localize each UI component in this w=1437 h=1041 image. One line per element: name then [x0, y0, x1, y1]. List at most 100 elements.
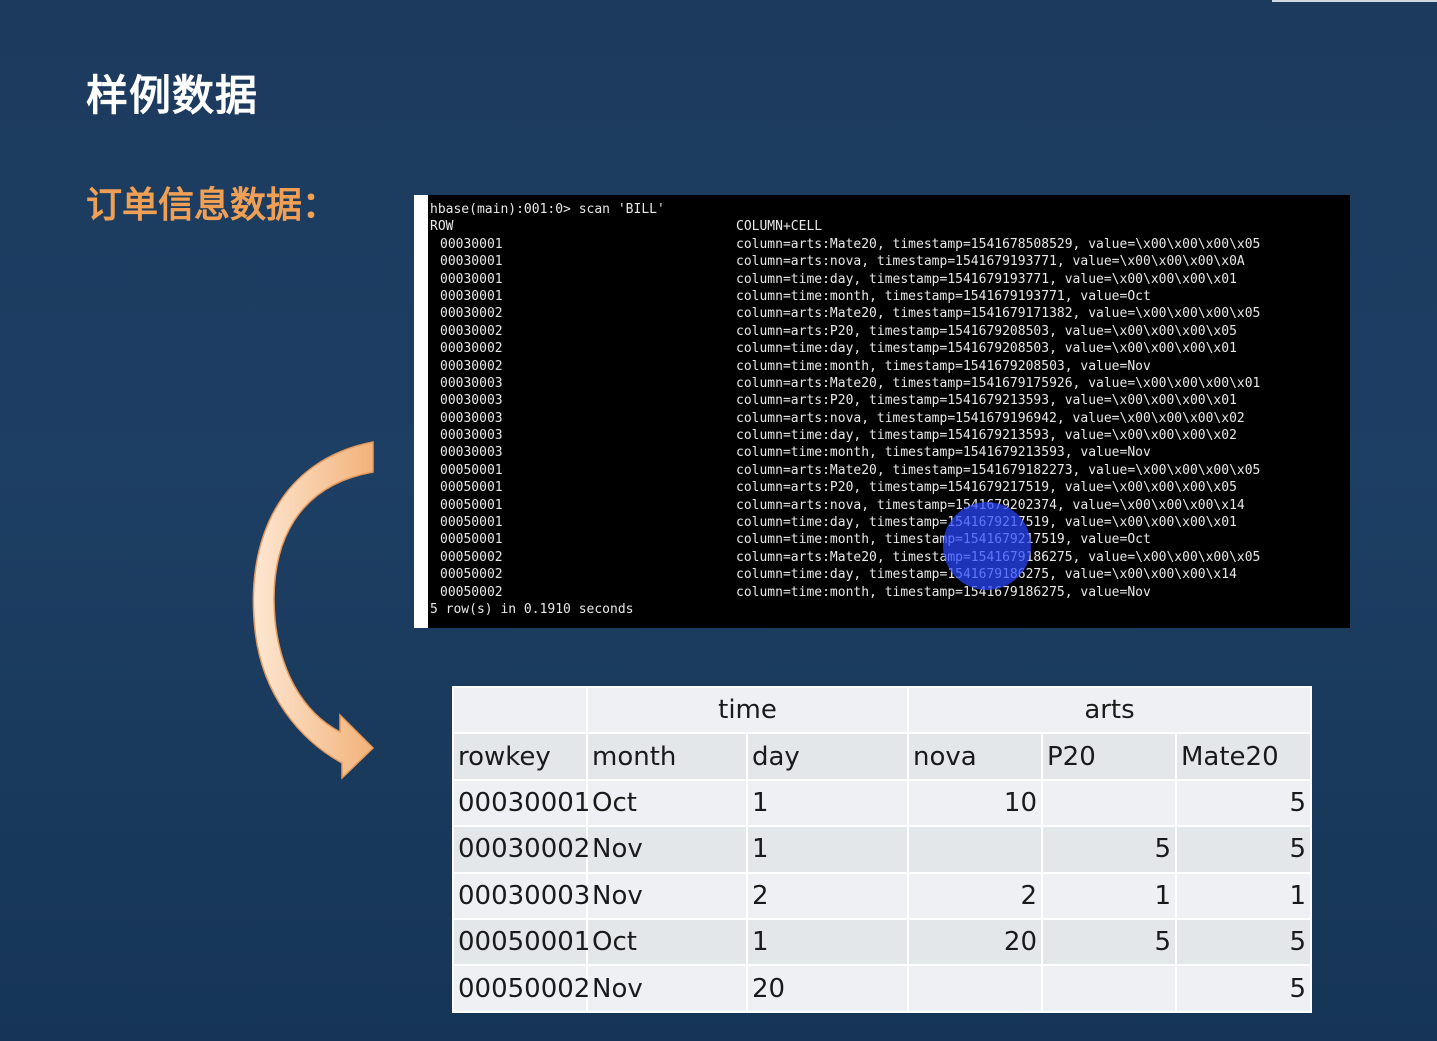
group-header-time: time	[586, 685, 909, 735]
terminal-row-key: 00030002	[440, 323, 503, 339]
terminal-row: 00050001 column=arts:nova, timestamp=1541…	[430, 497, 1350, 514]
column-header-mate20: Mate20	[1175, 732, 1312, 781]
terminal-row-cell: column=arts:Mate20, timestamp=1541679171…	[736, 306, 1261, 322]
terminal-row: 00050001 column=arts:P20, timestamp=15416…	[430, 479, 1350, 496]
terminal-row: 00030001 column=time:month, timestamp=154…	[430, 288, 1350, 305]
terminal-row-cell: column=time:month, timestamp=15416791862…	[736, 584, 1151, 600]
table-cell-mate20: 5	[1175, 964, 1312, 1013]
table-cell-rowkey: 00030001	[452, 778, 590, 828]
table-cell-rowkey: 00030002	[452, 825, 590, 874]
table-cell-month: Oct	[586, 778, 748, 828]
terminal-row-cell: column=arts:P20, timestamp=1541679208503…	[736, 323, 1237, 339]
header-empty-cell	[452, 685, 588, 735]
terminal-row: 00050001 column=time:day, timestamp=15416…	[430, 514, 1350, 531]
table-cell-p20: 5	[1041, 917, 1177, 967]
table-cell-month: Nov	[586, 871, 748, 920]
terminal-row-cell: column=arts:nova, timestamp=154167920237…	[736, 497, 1245, 513]
terminal-header-row: ROW	[430, 219, 454, 235]
table-cell-p20	[1041, 778, 1177, 828]
table-row: 00030001 Oct 1 10 5	[452, 778, 1312, 828]
table-cell-nova: 10	[907, 778, 1043, 828]
table-cell-p20: 1	[1041, 871, 1177, 920]
terminal-row-key: 00030003	[440, 375, 503, 391]
table-cell-nova: 20	[907, 917, 1043, 967]
terminal-row-key: 00050001	[440, 497, 503, 513]
table-cell-mate20: 1	[1175, 871, 1312, 920]
terminal-row-key: 00050001	[440, 480, 503, 496]
terminal-row-cell: column=arts:Mate20, timestamp=1541678508…	[736, 236, 1261, 252]
terminal-row-cell: column=time:day, timestamp=1541679217519…	[736, 515, 1237, 531]
terminal-row: 00050001 column=arts:Mate20, timestamp=15…	[430, 462, 1350, 479]
terminal-row-key: 00050002	[440, 584, 503, 600]
column-header-month: month	[586, 732, 748, 781]
table-cell-day: 1	[746, 778, 909, 828]
table-cell-month: Nov	[586, 964, 748, 1013]
terminal-header-line: ROW COLUMN+CELL	[430, 218, 1350, 235]
terminal-row: 00050001 column=time:month, timestamp=154…	[430, 531, 1350, 548]
terminal-row-key: 00030002	[440, 358, 503, 374]
table-cell-mate20: 5	[1175, 778, 1312, 828]
terminal-header-cell: COLUMN+CELL	[736, 219, 823, 235]
terminal-row-key: 00050002	[440, 549, 503, 565]
table-cell-rowkey: 00030003	[452, 871, 590, 920]
table-row: 00050001 Oct 1 20 5 5	[452, 917, 1312, 967]
terminal-window: hbase(main):001:0> scan 'BILL' ROW COLUMN…	[414, 195, 1350, 628]
column-header-rowkey: rowkey	[452, 732, 588, 781]
terminal-row: 00030003 column=arts:nova, timestamp=1541…	[430, 410, 1350, 427]
terminal-row-cell: column=time:day, timestamp=1541679213593…	[736, 428, 1237, 444]
terminal-row: 00050002 column=arts:Mate20, timestamp=15…	[430, 549, 1350, 566]
table-cell-mate20: 5	[1175, 825, 1312, 874]
terminal-row-cell: column=arts:Mate20, timestamp=1541679175…	[736, 375, 1261, 391]
terminal-row: 00030002 column=arts:P20, timestamp=15416…	[430, 323, 1350, 340]
terminal-row-cell: column=time:day, timestamp=1541679193771…	[736, 271, 1237, 287]
table-column-header-row: rowkey month day nova P20 Mate20	[452, 732, 1312, 781]
terminal-row-cell: column=time:month, timestamp=15416792085…	[736, 358, 1151, 374]
table-cell-p20: 5	[1041, 825, 1177, 874]
table-row: 00050002 Nov 20 5	[452, 964, 1312, 1013]
terminal-row-cell: column=time:month, timestamp=15416791937…	[736, 288, 1151, 304]
table-cell-day: 20	[746, 964, 909, 1013]
terminal-row-cell: column=arts:P20, timestamp=1541679217519…	[736, 480, 1237, 496]
column-header-nova: nova	[907, 732, 1043, 781]
table-body: 00030001 Oct 1 10 5 00030002 Nov 1 5 5 00030003 Nov…	[452, 778, 1312, 1013]
table-cell-p20	[1041, 964, 1177, 1013]
terminal-row-cell: column=time:day, timestamp=1541679186275…	[736, 567, 1237, 583]
table-cell-mate20: 5	[1175, 917, 1312, 967]
terminal-row-key: 00030001	[440, 236, 503, 252]
terminal-output: 00030001 column=arts:Mate20, timestamp=15…	[430, 236, 1350, 601]
terminal-row: 00030001 column=time:day, timestamp=15416…	[430, 271, 1350, 288]
terminal-row-cell: column=time:month, timestamp=15416792175…	[736, 532, 1151, 548]
terminal-row-key: 00030003	[440, 393, 503, 409]
terminal-row-key: 00030001	[440, 254, 503, 270]
terminal-row-cell: column=time:day, timestamp=1541679208503…	[736, 341, 1237, 357]
terminal-row: 00030001 column=arts:nova, timestamp=1541…	[430, 253, 1350, 270]
terminal-row: 00050002 column=time:day, timestamp=15416…	[430, 566, 1350, 583]
terminal-row: 00030001 column=arts:Mate20, timestamp=15…	[430, 236, 1350, 253]
terminal-row-key: 00030001	[440, 271, 503, 287]
table-cell-month: Oct	[586, 917, 748, 967]
table-cell-day: 1	[746, 917, 909, 967]
table-cell-day: 2	[746, 871, 909, 920]
terminal-row-key: 00030003	[440, 428, 503, 444]
table-cell-nova	[907, 825, 1043, 874]
terminal-footer: 5 row(s) in 0.1910 seconds	[430, 601, 634, 617]
terminal-row: 00030003 column=time:month, timestamp=154…	[430, 444, 1350, 461]
terminal-row: 00030003 column=time:day, timestamp=15416…	[430, 427, 1350, 444]
terminal-row: 00030003 column=arts:Mate20, timestamp=15…	[430, 375, 1350, 392]
terminal-row-cell: column=arts:Mate20, timestamp=1541679186…	[736, 549, 1261, 565]
terminal-row-cell: column=arts:Mate20, timestamp=1541679182…	[736, 462, 1261, 478]
terminal-row-key: 00050001	[440, 532, 503, 548]
terminal-row-key: 00030001	[440, 288, 503, 304]
table-row: 00030003 Nov 2 2 1 1	[452, 871, 1312, 920]
top-divider	[1272, 0, 1437, 2]
table-cell-nova: 2	[907, 871, 1043, 920]
column-header-p20: P20	[1041, 732, 1177, 781]
terminal-row: 00030003 column=arts:P20, timestamp=15416…	[430, 392, 1350, 409]
group-header-arts: arts	[907, 685, 1312, 735]
terminal-command-line: hbase(main):001:0> scan 'BILL'	[430, 201, 1350, 218]
table-cell-day: 1	[746, 825, 909, 874]
table-cell-month: Nov	[586, 825, 748, 874]
terminal-command: hbase(main):001:0> scan 'BILL'	[430, 202, 665, 217]
terminal-row-key: 00050001	[440, 515, 503, 531]
table-group-header-row: time arts	[452, 685, 1312, 735]
